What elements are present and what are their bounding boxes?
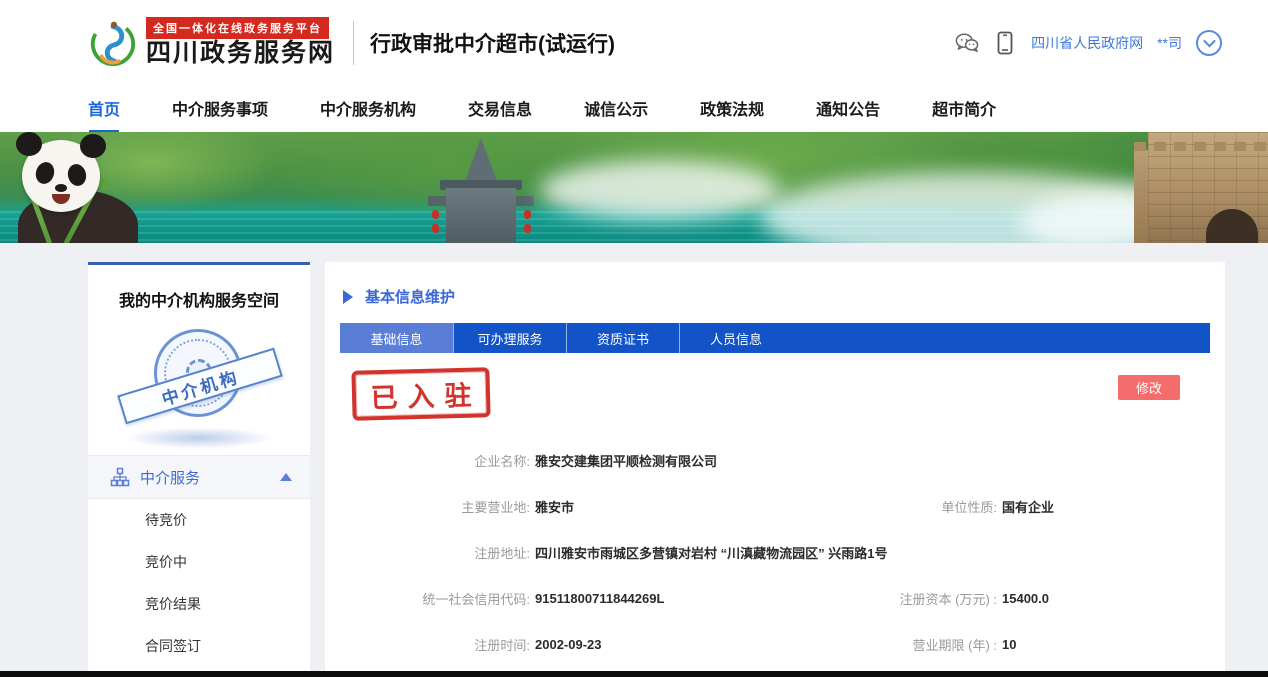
nav-item-service-matters[interactable]: 中介服务事项 (172, 96, 268, 122)
triangle-right-icon (343, 290, 353, 304)
sichuan-logo-icon (88, 17, 138, 69)
nav-item-notices[interactable]: 通知公告 (816, 96, 880, 122)
site-name: 四川政务服务网 (146, 40, 335, 68)
sidebar-item-bidding-results[interactable]: 竞价结果 (88, 583, 310, 625)
content: 我的中介机构服务空间 中介机构 中介服务 待竞价 (0, 243, 1268, 677)
registered-stamp: 已入驻 (351, 367, 490, 421)
platform-badge: 全国一体化在线政务服务平台 (146, 17, 329, 39)
banner-mist (540, 160, 780, 220)
username[interactable]: **司 (1157, 33, 1182, 53)
sidebar-item-pending-bidding[interactable]: 待竞价 (88, 499, 310, 541)
page-title: 行政审批中介超市(试运行) (370, 28, 615, 58)
business-location-label: 主要营业地: (325, 497, 535, 516)
tab-available-services[interactable]: 可办理服务 (453, 323, 566, 353)
tab-qualification-certificates[interactable]: 资质证书 (566, 323, 679, 353)
unit-nature-value: 国有企业 (1002, 497, 1054, 516)
agency-stamp-badge: 中介机构 (124, 327, 274, 445)
nav-item-home[interactable]: 首页 (88, 96, 120, 122)
banner-panda-illustration (0, 132, 190, 243)
sidebar-menu-label: 中介服务 (140, 467, 200, 488)
company-name-label: 企业名称: (325, 451, 535, 470)
page: 全国一体化在线政务服务平台 四川政务服务网 行政审批中介超市(试运行) (0, 0, 1268, 677)
company-name-value: 雅安交建集团平顺检测有限公司 (535, 451, 717, 470)
credit-code-value: 91511800711844269L (535, 591, 664, 606)
nav-item-service-agencies[interactable]: 中介服务机构 (320, 96, 416, 122)
field-row: 主要营业地: 雅安市 单位性质: 国有企业 (325, 483, 1225, 529)
banner-city-wall-illustration (1148, 132, 1268, 243)
main-nav: 首页 中介服务事项 中介服务机构 交易信息 诚信公示 政策法规 通知公告 超市简… (0, 85, 1268, 132)
section-title: 基本信息维护 (365, 286, 455, 307)
section-title-row: 基本信息维护 (325, 262, 1225, 307)
brand-block: 全国一体化在线政务服务平台 四川政务服务网 (146, 17, 335, 68)
sidebar-submenu: 待竞价 竞价中 竞价结果 合同签订 服务成果 (88, 499, 310, 677)
nav-item-transaction-info[interactable]: 交易信息 (468, 96, 532, 122)
sidebar-title: 我的中介机构服务空间 (88, 265, 310, 321)
field-row: 注册地址: 四川雅安市雨城区多营镇对岩村 “川滇藏物流园区” 兴雨路1号 (325, 529, 1225, 575)
tab-personnel-info[interactable]: 人员信息 (679, 323, 792, 353)
sitemap-icon (110, 467, 130, 487)
reg-date-label: 注册时间: (325, 635, 535, 654)
business-location-value: 雅安市 (535, 497, 574, 516)
fields: 企业名称: 雅安交建集团平顺检测有限公司 主要营业地: 雅安市 单位性质: 国有… (325, 437, 1225, 667)
reg-capital-label: 注册资本 (万元) : (870, 589, 1002, 608)
field-row: 统一社会信用代码: 91511800711844269L 注册资本 (万元) :… (325, 575, 1225, 621)
reg-address-value: 四川雅安市雨城区多营镇对岩村 “川滇藏物流园区” 兴雨路1号 (535, 543, 887, 562)
stamp-row: 已入驻 修改 (340, 353, 1210, 437)
mobile-phone-icon[interactable] (993, 31, 1017, 55)
unit-nature-label: 单位性质: (870, 497, 1002, 516)
header: 全国一体化在线政务服务平台 四川政务服务网 行政审批中介超市(试运行) (0, 0, 1268, 85)
sidebar: 我的中介机构服务空间 中介机构 中介服务 待竞价 (88, 262, 310, 677)
bottom-bar (0, 671, 1268, 677)
tab-basic-info[interactable]: 基础信息 (340, 323, 453, 353)
user-menu-chevron-down-icon[interactable] (1196, 30, 1222, 56)
business-term-label: 营业期限 (年) : (870, 635, 1002, 654)
banner-image (0, 132, 1268, 243)
sidebar-item-in-bidding[interactable]: 竞价中 (88, 541, 310, 583)
stamp-shadow (124, 427, 274, 449)
header-divider (353, 21, 354, 65)
site-logo: 全国一体化在线政务服务平台 四川政务服务网 (88, 17, 335, 69)
nav-item-about[interactable]: 超市简介 (932, 96, 996, 122)
wechat-icon[interactable] (955, 31, 979, 55)
credit-code-label: 统一社会信用代码: (325, 589, 535, 608)
field-row: 注册时间: 2002-09-23 营业期限 (年) : 10 (325, 621, 1225, 667)
main-panel: 基本信息维护 基础信息 可办理服务 资质证书 人员信息 已入驻 修改 企业名称:… (325, 262, 1225, 677)
field-row: 企业名称: 雅安交建集团平顺检测有限公司 (325, 437, 1225, 483)
reg-capital-value: 15400.0 (1002, 591, 1049, 606)
nav-item-integrity-publicity[interactable]: 诚信公示 (584, 96, 648, 122)
sidebar-item-contract-signing[interactable]: 合同签订 (88, 625, 310, 667)
modify-button[interactable]: 修改 (1118, 375, 1180, 400)
collapse-triangle-up-icon (280, 473, 292, 481)
nav-item-policies[interactable]: 政策法规 (700, 96, 764, 122)
gov-portal-link[interactable]: 四川省人民政府网 (1031, 33, 1143, 53)
reg-date-value: 2002-09-23 (535, 637, 602, 652)
sidebar-menu-intermediary-service[interactable]: 中介服务 (88, 455, 310, 499)
tab-bar: 基础信息 可办理服务 资质证书 人员信息 (340, 323, 1210, 353)
header-right: 四川省人民政府网 **司 (955, 30, 1222, 56)
reg-address-label: 注册地址: (325, 543, 535, 562)
business-term-value: 10 (1002, 637, 1016, 652)
